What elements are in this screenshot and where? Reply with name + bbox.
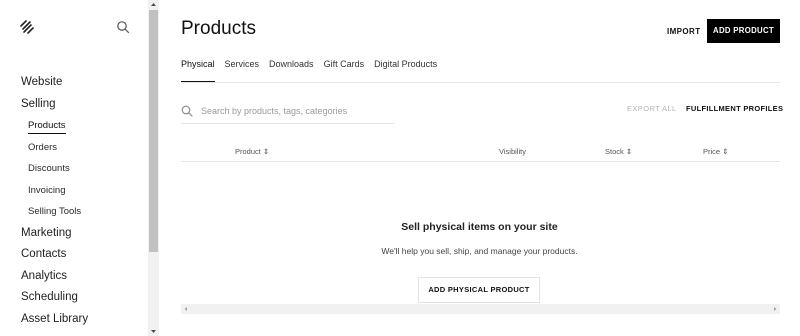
import-button[interactable]: IMPORT: [667, 21, 701, 43]
add-product-button[interactable]: ADD PRODUCT: [707, 19, 780, 43]
sidebar-item-discounts[interactable]: Discounts: [0, 158, 148, 180]
sidebar-item-orders[interactable]: Orders: [0, 137, 148, 159]
fulfillment-profiles-button[interactable]: FULFILLMENT PROFILES: [686, 104, 783, 113]
empty-state-title: Sell physical items on your site: [401, 221, 558, 233]
table-horizontal-scrollbar[interactable]: [181, 304, 780, 314]
main-panel: Products IMPORT ADD PRODUCT Physical Ser…: [159, 0, 800, 336]
empty-state-subtitle: We'll help you sell, ship, and manage yo…: [381, 246, 578, 256]
page-title: Products: [181, 18, 256, 39]
scrollbar-thumb[interactable]: [149, 10, 158, 252]
tab-digital-products[interactable]: Digital Products: [374, 56, 437, 82]
sidebar: Website Selling Products Orders Discount…: [0, 0, 148, 336]
tab-gift-cards[interactable]: Gift Cards: [324, 56, 365, 82]
product-search: [181, 100, 394, 124]
squarespace-logo-icon[interactable]: [19, 20, 35, 34]
add-physical-product-button[interactable]: ADD PHYSICAL PRODUCT: [418, 277, 540, 303]
export-all-button[interactable]: EXPORT ALL: [627, 104, 677, 113]
column-header-stock[interactable]: Stock ⇕: [605, 147, 632, 156]
sidebar-item-selling[interactable]: Selling: [0, 94, 148, 116]
sidebar-item-products[interactable]: Products: [0, 115, 148, 137]
scroll-down-arrow-icon[interactable]: [148, 326, 159, 336]
tabs-divider: [181, 82, 780, 83]
sidebar-item-website[interactable]: Website: [0, 72, 148, 94]
product-type-tabs: Physical Services Downloads Gift Cards D…: [181, 56, 437, 82]
sidebar-item-selling-tools[interactable]: Selling Tools: [0, 201, 148, 223]
sidebar-item-scheduling[interactable]: Scheduling: [0, 287, 148, 309]
sidebar-nav: Website Selling Products Orders Discount…: [0, 72, 148, 330]
sidebar-item-contacts[interactable]: Contacts: [0, 244, 148, 266]
search-icon: [181, 105, 193, 117]
search-input[interactable]: [201, 102, 391, 120]
search-icon[interactable]: [116, 20, 130, 34]
sidebar-scrollbar[interactable]: [148, 0, 159, 336]
tab-services[interactable]: Services: [225, 56, 260, 82]
column-header-price[interactable]: Price ⇕: [703, 147, 728, 156]
scroll-up-arrow-icon[interactable]: [148, 0, 159, 10]
scroll-right-arrow-icon[interactable]: [770, 304, 780, 314]
sidebar-item-invoicing[interactable]: Invoicing: [0, 180, 148, 202]
column-header-visibility: Visibility: [499, 147, 526, 156]
scroll-left-arrow-icon[interactable]: [181, 304, 191, 314]
sidebar-item-asset-library[interactable]: Asset Library: [0, 309, 148, 331]
sidebar-item-label: Products: [28, 120, 66, 134]
sidebar-item-analytics[interactable]: Analytics: [0, 266, 148, 288]
sidebar-item-marketing[interactable]: Marketing: [0, 223, 148, 245]
column-header-product[interactable]: Product ⇕: [235, 147, 269, 156]
tab-downloads[interactable]: Downloads: [269, 56, 314, 82]
tab-physical[interactable]: Physical: [181, 56, 215, 82]
table-header: Product ⇕ Visibility Stock ⇕ Price ⇕: [181, 144, 780, 162]
